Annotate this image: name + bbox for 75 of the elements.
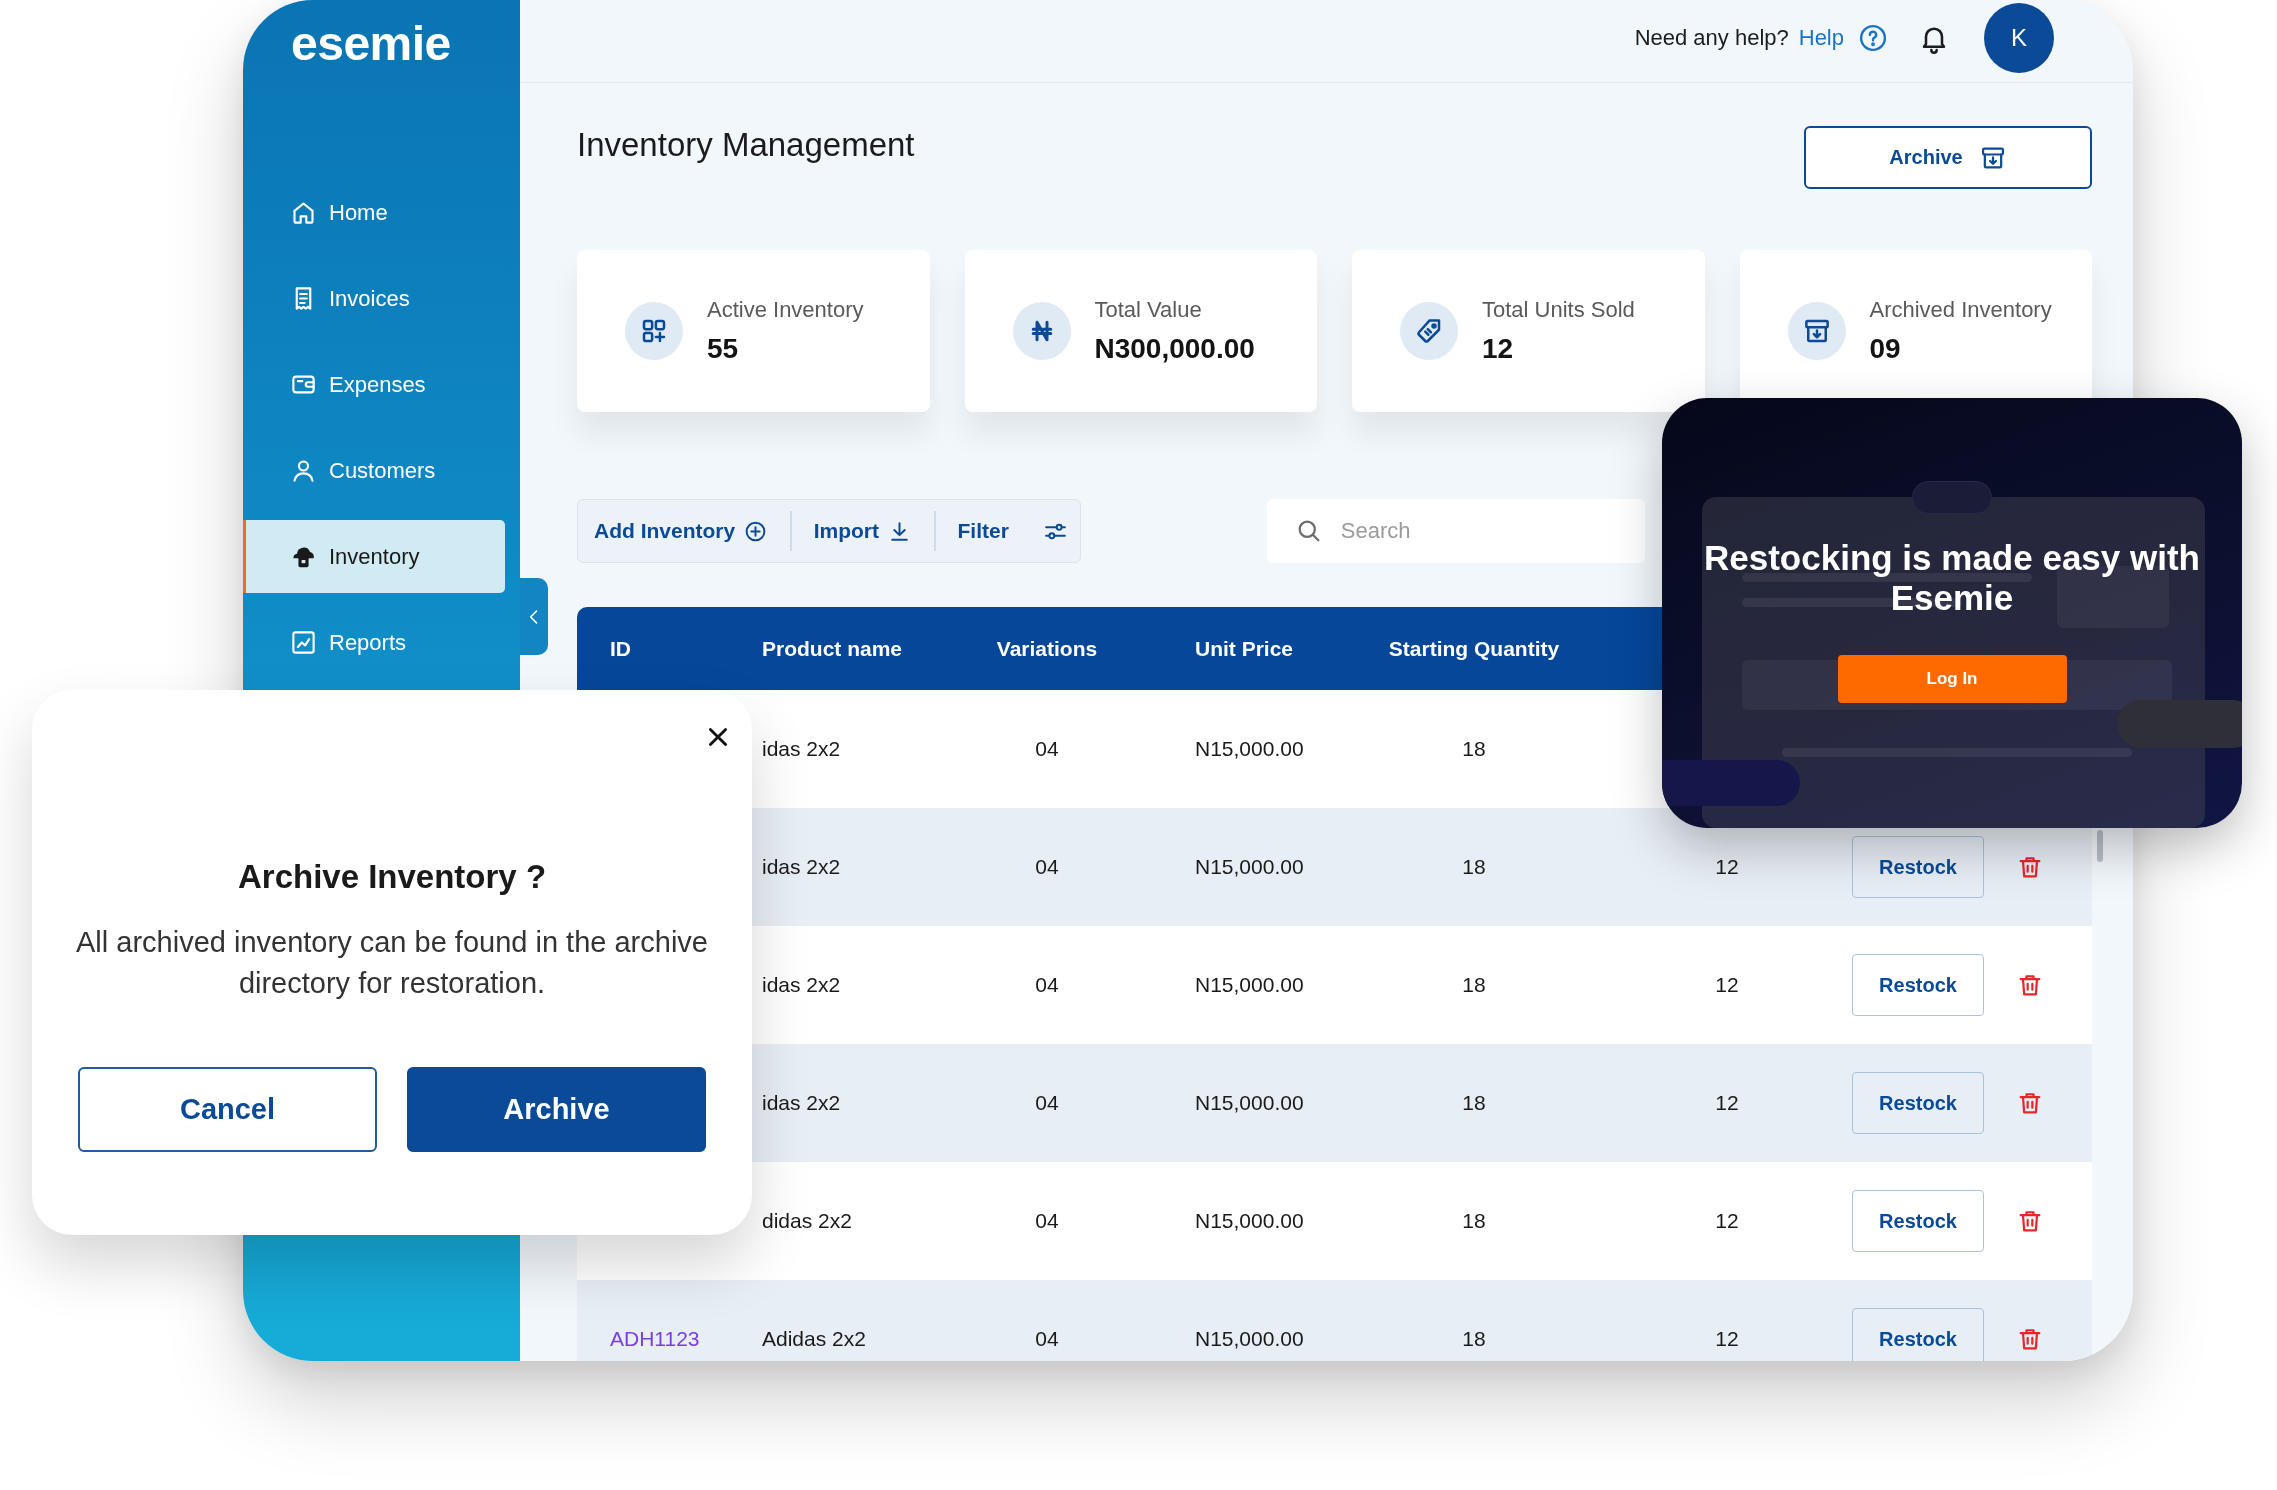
- variation-count: 04: [1035, 855, 1059, 879]
- restock-button[interactable]: Restock: [1852, 1308, 1984, 1361]
- cancel-button[interactable]: Cancel: [78, 1067, 377, 1153]
- archive-button[interactable]: Archive: [1804, 126, 2092, 189]
- starting-quantity: 18: [1462, 973, 1486, 997]
- variation-count: 04: [1035, 1327, 1059, 1351]
- collapse-button[interactable]: [520, 578, 548, 655]
- person-icon: [290, 457, 317, 484]
- stat-value: N300,000.00: [1094, 333, 1255, 365]
- scrollbar-thumb[interactable]: [2097, 830, 2103, 862]
- chart-icon: [290, 629, 317, 656]
- unit-price: N15,000.00: [1195, 1091, 1304, 1115]
- stat-value: 55: [707, 333, 739, 365]
- stat-value: 09: [1869, 333, 1901, 365]
- avatar[interactable]: K: [1984, 3, 2054, 73]
- unit-price: N15,000.00: [1195, 973, 1304, 997]
- unit-price: N15,000.00: [1195, 855, 1304, 879]
- search-field[interactable]: Search: [1266, 499, 1645, 563]
- variation-count: 04: [1035, 737, 1059, 761]
- starting-quantity: 18: [1462, 1327, 1486, 1351]
- product-name: idas 2x2: [762, 973, 841, 997]
- sidebar-item[interactable]: Inventory: [243, 520, 505, 593]
- sidebar-item[interactable]: Invoices: [290, 285, 410, 312]
- count-text: 12: [1715, 973, 1739, 997]
- column-header: ID: [610, 636, 631, 661]
- help-icon[interactable]: [1858, 23, 1888, 53]
- starting-quantity: 18: [1462, 1091, 1486, 1115]
- unit-price: N15,000.00: [1195, 737, 1304, 761]
- stat-label: Total Value: [1094, 297, 1202, 323]
- count-text: 12: [1715, 1091, 1739, 1115]
- stat-label: Active Inventory: [707, 297, 864, 323]
- stat-value: 12: [1482, 333, 1514, 365]
- import-button[interactable]: Import: [813, 518, 912, 544]
- sidebar-item[interactable]: Expenses: [290, 371, 426, 398]
- product-name: idas 2x2: [762, 855, 841, 879]
- count-text: 12: [1715, 1209, 1739, 1233]
- column-header: Product name: [762, 636, 903, 661]
- unit-price: N15,000.00: [1195, 1327, 1304, 1351]
- count-text: 12: [1715, 855, 1739, 879]
- restock-button[interactable]: Restock: [1852, 1072, 1984, 1134]
- home-icon: [290, 199, 317, 226]
- confirm-button[interactable]: Archive: [407, 1067, 706, 1153]
- product-name: idas 2x2: [762, 1091, 841, 1115]
- promo-heading: Restocking is made easy with Esemie: [1703, 538, 2201, 619]
- restock-button[interactable]: Restock: [1852, 836, 1984, 898]
- stat-label: Total Units Sold: [1482, 297, 1635, 323]
- column-header: Unit Price: [1195, 636, 1294, 661]
- add-inventory-button[interactable]: Add Inventory: [594, 518, 769, 544]
- dialog-title: Archive Inventory ?: [237, 858, 547, 896]
- sidebar-item[interactable]: Reports: [290, 629, 407, 656]
- restock-button[interactable]: Restock: [1852, 954, 1984, 1016]
- starting-quantity: 18: [1462, 855, 1486, 879]
- help-prompt: Need any help?: [1634, 25, 1789, 51]
- help-link[interactable]: Help: [1798, 25, 1844, 51]
- column-header: Variations: [996, 636, 1098, 661]
- sidebar-item[interactable]: Customers: [290, 457, 436, 484]
- variation-count: 04: [1035, 1209, 1059, 1233]
- count-text: 12: [1715, 1327, 1739, 1351]
- page-title: Inventory Management: [577, 125, 915, 164]
- logo: esemie: [291, 16, 451, 71]
- product-name: didas 2x2: [762, 1209, 852, 1233]
- starting-quantity: 18: [1462, 737, 1486, 761]
- dialog-message: All archived inventory can be found in the archive directory for restoration.: [75, 925, 709, 1001]
- variation-count: 04: [1035, 1091, 1059, 1115]
- item-id[interactable]: ADH1123: [610, 1327, 700, 1351]
- filter-button[interactable]: Filter: [957, 518, 1068, 544]
- sidebar-item[interactable]: Home: [290, 199, 388, 226]
- stat-label: Archived Inventory: [1869, 297, 2052, 323]
- unit-price: N15,000.00: [1195, 1209, 1304, 1233]
- variation-count: 04: [1035, 973, 1059, 997]
- restock-button[interactable]: Restock: [1852, 1190, 1984, 1252]
- product-name: idas 2x2: [762, 737, 841, 761]
- column-header: Starting Quantity: [1388, 636, 1560, 661]
- starting-quantity: 18: [1462, 1209, 1486, 1233]
- product-name: Adidas 2x2: [762, 1327, 866, 1351]
